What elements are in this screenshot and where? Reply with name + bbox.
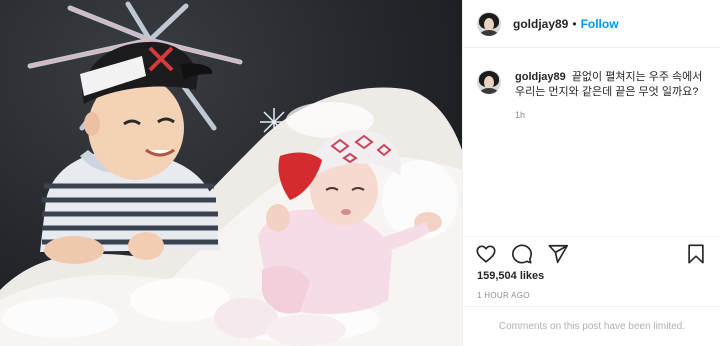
caption-time[interactable]: 1h <box>515 110 711 120</box>
post-sidebar: goldjay89 • Follow goldjay89 끝없이 펼쳐지는 우주… <box>462 0 720 346</box>
paper-plane-icon[interactable] <box>547 243 571 267</box>
caption: goldjay89 끝없이 펼쳐지는 우주 속에서 우리는 먼지와 같은데 끝은… <box>477 70 713 120</box>
caption-text-block: goldjay89 끝없이 펼쳐지는 우주 속에서 우리는 먼지와 같은데 끝은… <box>515 70 711 100</box>
comment-icon[interactable] <box>511 243 535 267</box>
heart-icon[interactable] <box>475 243 499 267</box>
likes-count[interactable]: 159,504 likes <box>477 270 544 282</box>
header-username[interactable]: goldjay89 <box>513 17 568 31</box>
post-timestamp[interactable]: 1 HOUR AGO <box>477 291 530 300</box>
bookmark-icon[interactable] <box>685 243 709 267</box>
caption-avatar[interactable] <box>477 70 501 94</box>
caption-body: goldjay89 끝없이 펼쳐지는 우주 속에서 우리는 먼지와 같은데 끝은… <box>515 70 711 120</box>
avatar[interactable] <box>477 11 501 36</box>
photo-illustration <box>0 1 462 346</box>
instagram-post: goldjay89 • Follow goldjay89 끝없이 펼쳐지는 우주… <box>0 0 720 346</box>
post-photo[interactable] <box>0 0 462 346</box>
post-header: goldjay89 • Follow <box>463 0 720 48</box>
follow-button[interactable]: Follow <box>581 17 619 31</box>
caption-username[interactable]: goldjay89 <box>515 71 566 83</box>
comments-limited-notice: Comments on this post have been limited. <box>463 306 720 346</box>
action-bar <box>463 236 720 272</box>
separator-dot: • <box>572 16 577 31</box>
